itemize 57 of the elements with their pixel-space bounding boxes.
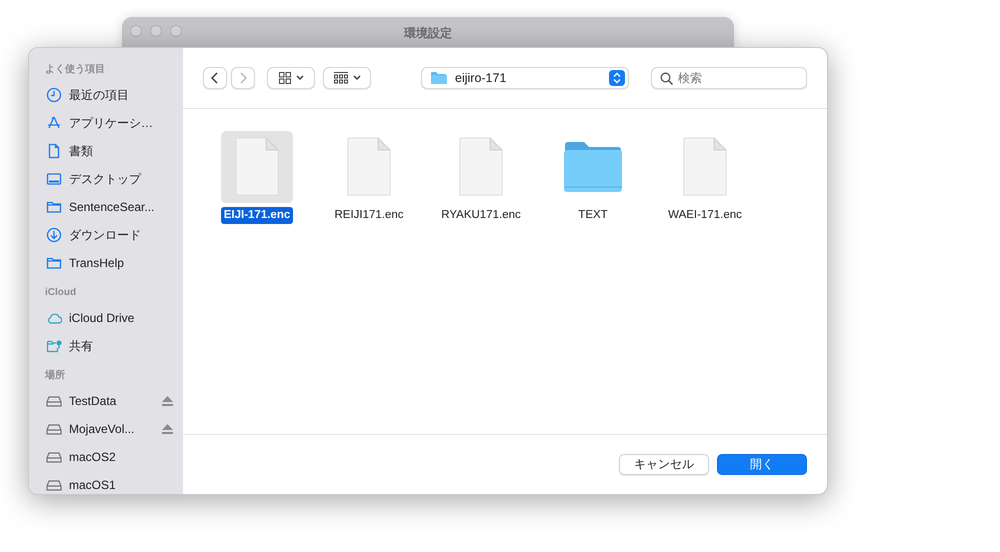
document-icon[interactable] [346,137,392,197]
grouped-grid-icon [334,72,348,84]
back-button[interactable] [203,67,227,89]
section-header: iCloud [45,286,78,300]
clock-icon [46,87,62,103]
file-name[interactable]: TEXT [575,207,611,224]
sidebar-item[interactable]: デスクトップ [69,170,173,188]
file-name[interactable]: EIJI-171.enc [220,207,294,224]
sidebar-item[interactable]: MojaveVol... [69,420,155,438]
sidebar-item[interactable]: 書類 [69,142,173,160]
document-icon [46,143,62,159]
search-input[interactable]: 検索 [678,69,798,87]
sidebar-item[interactable]: TransHelp [69,254,173,272]
back-icon [211,72,219,84]
sidebar-item[interactable]: macOS1 [69,476,173,494]
search-field[interactable]: 検索 [651,67,807,89]
window-title: 環境設定 [402,25,453,42]
section-header: 場所 [45,368,66,383]
document-icon[interactable] [458,137,504,197]
grid-icon [278,72,290,84]
sidebar-item[interactable]: 最近の項目 [69,86,173,104]
desktop-icon [46,171,62,187]
file-name[interactable]: WAEI-171.enc [665,207,745,224]
chevron-down-icon [296,75,304,81]
sidebar-item[interactable]: SentenceSear... [69,198,173,216]
search-icon [660,72,673,84]
document-icon[interactable] [234,137,280,197]
sidebar-item[interactable]: iCloud Drive [69,309,173,327]
sidebar-item[interactable]: アプリケーシ… [69,114,173,132]
minimize-button[interactable] [150,25,162,37]
eject-icon[interactable] [162,396,173,406]
section-header: よく使う項目 [45,62,106,77]
cancel-button[interactable]: キャンセル [619,454,709,475]
sidebar-item[interactable]: macOS2 [69,448,173,466]
folder-icon [46,199,62,215]
icon-view-button[interactable] [267,67,315,89]
download-icon [46,227,62,243]
close-button[interactable] [130,25,142,37]
document-icon[interactable] [682,137,728,197]
up-down-icon [609,70,625,86]
file-name[interactable]: REIJI171.enc [331,207,407,224]
eject-icon[interactable] [162,424,173,434]
forward-icon [239,72,247,84]
zoom-button[interactable] [170,25,182,37]
app-store-icon [46,115,62,131]
group-button[interactable] [323,67,371,89]
location-popup[interactable]: eijiro-171 [421,67,629,89]
sidebar-item[interactable]: TestData [69,392,155,410]
open-button[interactable]: 開く [717,454,807,475]
file-name[interactable]: RYAKU171.enc [438,207,524,224]
sidebar-item[interactable]: ダウンロード [69,226,173,244]
folder-icon [46,255,62,271]
folder-icon [430,71,447,85]
shared-folder-icon [46,338,62,354]
chevron-down-icon [352,75,360,81]
folder-icon[interactable] [563,141,623,193]
sidebar-item[interactable]: 共有 [69,337,173,355]
